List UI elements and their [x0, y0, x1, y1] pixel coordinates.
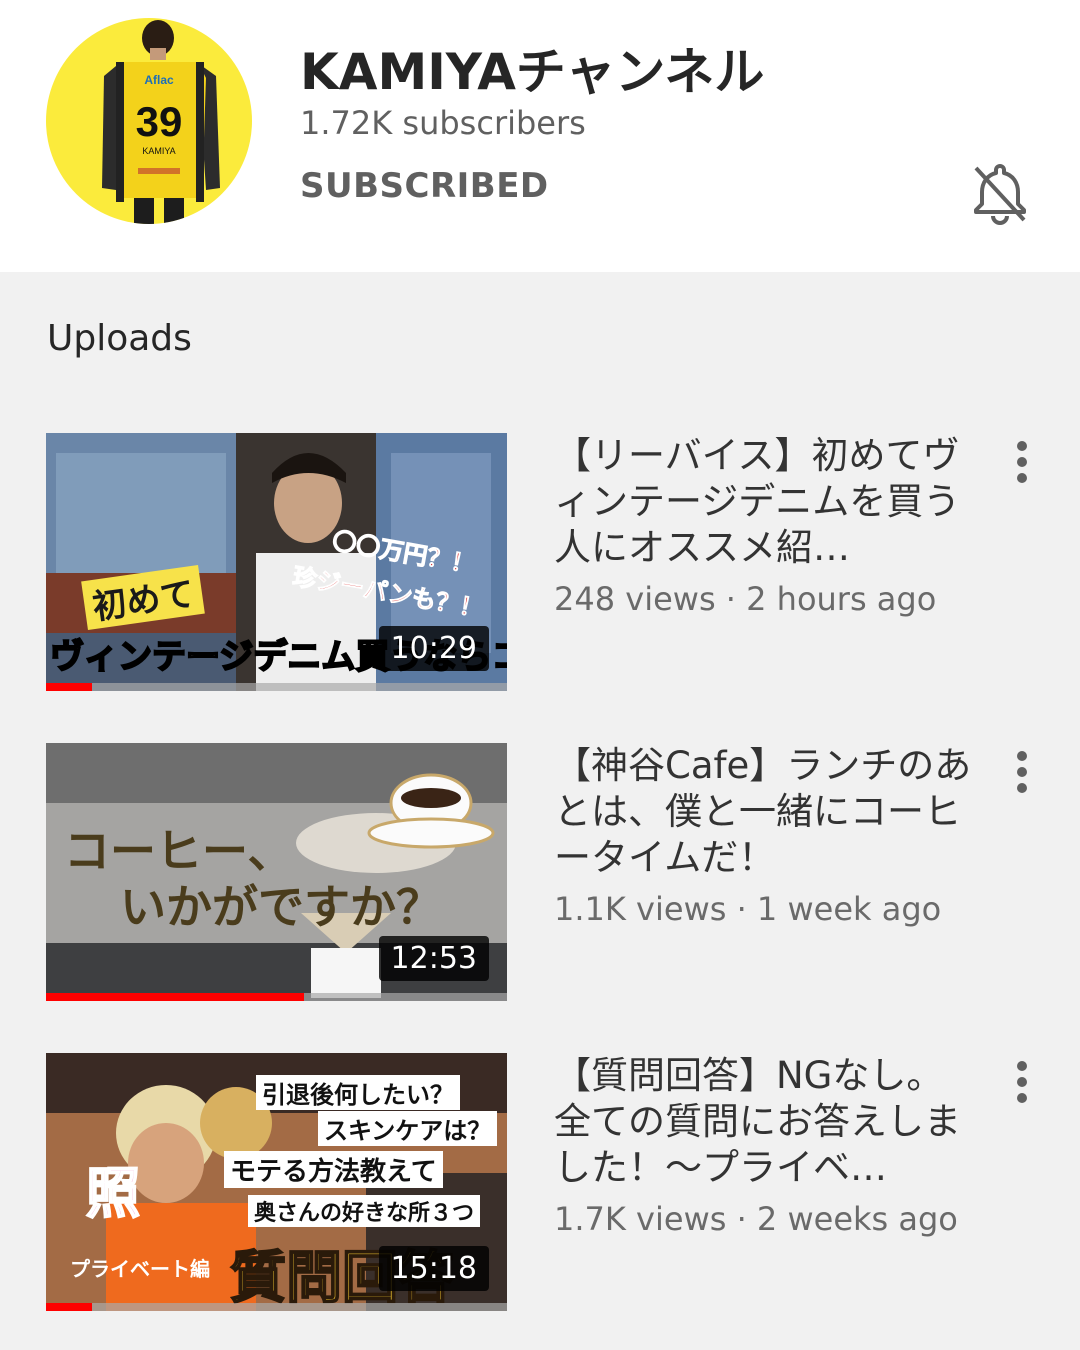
video-thumbnail[interactable]: 初めて ヴィンテージデニム買うならコレ！ 〇〇万円？！ 珍ジーパンも？！ 10:…: [46, 433, 507, 691]
avatar-image: Aflac 39 KAMIYA: [102, 20, 220, 224]
avatar-sponsor: Aflac: [144, 73, 174, 87]
thumb-text-retire: 引退後何したい？: [256, 1075, 460, 1110]
watch-progress: [46, 993, 507, 1001]
channel-header: Aflac 39 KAMIYA KAMIYAチャンネル 1.72K subscr…: [0, 0, 1080, 272]
subscribed-button[interactable]: SUBSCRIBED: [300, 166, 549, 206]
thumb-text-popular: モテる方法教えて: [224, 1151, 443, 1188]
watch-progress: [46, 1303, 507, 1311]
channel-name: KAMIYAチャンネル: [300, 43, 765, 101]
thumb-text-skincare: スキンケアは？: [318, 1111, 498, 1146]
thumb-text-question: いかがですか？: [120, 880, 442, 934]
avatar-number: 39: [136, 98, 183, 145]
video-thumbnail[interactable]: コーヒー、 いかがですか？ 12:53: [46, 743, 507, 1001]
video-title[interactable]: 【神谷Cafe】ランチのあとは、僕と一緒にコーヒータイムだ！: [554, 743, 974, 881]
thumb-text-shy: 照: [85, 1161, 141, 1226]
video-meta: 1.1K views · 1 week ago: [554, 890, 942, 928]
watch-progress-fill: [46, 993, 305, 1001]
thumb-text-private: プライベート編: [70, 1257, 210, 1281]
video-item[interactable]: コーヒー、 いかがですか？ 12:53 【神谷Cafe】ランチのあとは、僕と一緒…: [0, 743, 1080, 1005]
video-item[interactable]: 引退後何したい？ スキンケアは？ モテる方法教えて 奥さんの好きな所３つ 照 プ…: [0, 1053, 1080, 1315]
video-duration: 15:18: [378, 1246, 489, 1291]
video-meta: 1.7K views · 2 weeks ago: [554, 1200, 958, 1238]
video-duration: 10:29: [378, 626, 489, 671]
uploads-heading: Uploads: [47, 318, 192, 359]
avatar-name: KAMIYA: [142, 146, 175, 156]
video-meta: 248 views · 2 hours ago: [554, 580, 937, 618]
watch-progress-fill: [46, 683, 93, 691]
more-options-icon[interactable]: [1002, 1057, 1042, 1105]
thumb-text-wife: 奥さんの好きな所３つ: [248, 1195, 481, 1227]
channel-avatar[interactable]: Aflac 39 KAMIYA: [46, 18, 252, 224]
watch-progress: [46, 683, 507, 691]
video-item[interactable]: 初めて ヴィンテージデニム買うならコレ！ 〇〇万円？！ 珍ジーパンも？！ 10:…: [0, 433, 1080, 695]
video-thumbnail[interactable]: 引退後何したい？ スキンケアは？ モテる方法教えて 奥さんの好きな所３つ 照 プ…: [46, 1053, 507, 1311]
video-title[interactable]: 【質問回答】NGなし。全ての質問にお答えしました！〜プライベ…: [554, 1053, 974, 1191]
subscriber-count: 1.72K subscribers: [300, 104, 586, 142]
more-options-icon[interactable]: [1002, 437, 1042, 485]
video-title[interactable]: 【リーバイス】初めてヴィンテージデニムを買う人にオススメ紹…: [554, 433, 974, 571]
watch-progress-fill: [46, 1303, 93, 1311]
bell-off-icon[interactable]: [966, 160, 1034, 226]
more-options-icon[interactable]: [1002, 747, 1042, 795]
video-duration: 12:53: [378, 936, 489, 981]
